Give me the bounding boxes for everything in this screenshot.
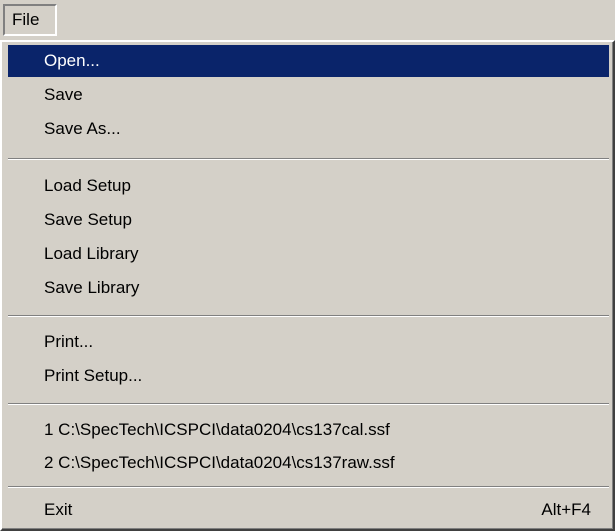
- menu-item-print-setup[interactable]: Print Setup...: [8, 360, 609, 392]
- menu-separator: [8, 486, 609, 488]
- menu-item-save-library-label: Save Library: [44, 278, 140, 297]
- file-dropdown-menu: Open... Save Save As... Load Setup Save …: [0, 40, 615, 531]
- menu-separator: [8, 315, 609, 317]
- menu-item-load-library[interactable]: Load Library: [8, 238, 609, 270]
- menu-separator: [8, 158, 609, 160]
- menu-item-save-label: Save: [44, 85, 83, 104]
- menu-item-recent-file-1[interactable]: 1 C:\SpecTech\ICSPCI\data0204\cs137cal.s…: [8, 414, 609, 446]
- menu-separator: [8, 403, 609, 405]
- menu-item-recent-file-1-label: 1 C:\SpecTech\ICSPCI\data0204\cs137cal.s…: [44, 420, 390, 439]
- menu-item-recent-file-2-label: 2 C:\SpecTech\ICSPCI\data0204\cs137raw.s…: [44, 453, 395, 472]
- menu-item-print-setup-label: Print Setup...: [44, 366, 143, 385]
- menu-item-exit[interactable]: Exit Alt+F4: [8, 494, 609, 526]
- menu-item-save-library[interactable]: Save Library: [8, 272, 609, 304]
- menu-item-load-library-label: Load Library: [44, 244, 139, 263]
- menu-item-save-as-label: Save As...: [44, 119, 121, 138]
- menu-item-open[interactable]: Open...: [8, 45, 609, 77]
- menu-item-exit-shortcut: Alt+F4: [541, 500, 591, 519]
- menu-item-load-setup[interactable]: Load Setup: [8, 170, 609, 202]
- menu-item-save-setup[interactable]: Save Setup: [8, 204, 609, 236]
- menu-item-load-setup-label: Load Setup: [44, 176, 131, 195]
- menu-item-recent-file-2[interactable]: 2 C:\SpecTech\ICSPCI\data0204\cs137raw.s…: [8, 447, 609, 479]
- menu-item-save-setup-label: Save Setup: [44, 210, 132, 229]
- menu-item-save-as[interactable]: Save As...: [8, 113, 609, 145]
- menu-item-save[interactable]: Save: [8, 79, 609, 111]
- file-menu-title[interactable]: File: [3, 4, 57, 36]
- menu-item-open-label: Open...: [44, 51, 100, 70]
- menu-item-print[interactable]: Print...: [8, 326, 609, 358]
- menu-item-exit-label: Exit: [44, 500, 73, 519]
- menu-item-print-label: Print...: [44, 332, 94, 351]
- menu-bar: File: [0, 0, 615, 40]
